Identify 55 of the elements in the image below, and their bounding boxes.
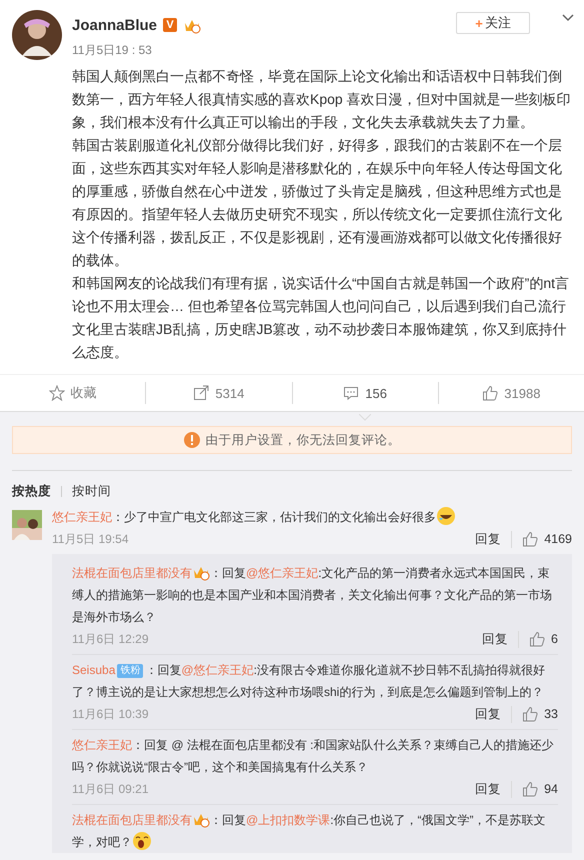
comment-time: 11月6日 12:29	[72, 630, 150, 648]
notice-text: 由于用户设置，你无法回复评论。	[206, 432, 400, 448]
thumbs-up-icon[interactable]	[522, 706, 538, 722]
thumbs-up-icon[interactable]	[529, 631, 546, 647]
post-paragraph: 韩国人颠倒黑白一点都不奇怪，毕竟在国际上论文化输出和话语权中日韩我们倒数第一，西方年轻人很真情实感的喜欢Kpop 喜欢日漫，但对中国就是一些刻板印象，我们根本没有什么真正可以输出的手段，文化失去承载就失去了力量。	[72, 67, 572, 132]
action-tab[interactable]: 31988	[438, 382, 584, 404]
username-link[interactable]: Seisuba	[72, 663, 116, 677]
reply-button[interactable]: 回复	[465, 780, 512, 798]
reply-button[interactable]: 回复	[465, 530, 512, 548]
post-paragraph: 和韩国网友的论战我们有理有据，说实话什么“中国自古就是韩国一个政府”的nt言论也不用太理会… 但也希望各位骂完韩国人也问问自己，以后遇到我们自己流行文化里古装瞎JB乱搞，历史瞎JB篡改，动不动抄袭日本服饰建筑，你又到底持什么态度。	[72, 274, 570, 362]
action-tab[interactable]: 5314	[146, 382, 292, 404]
like-count: 33	[544, 707, 558, 721]
thumbs-up-icon[interactable]	[522, 531, 538, 547]
fan-badge: 铁粉	[117, 664, 144, 678]
comment-text: 法棍在面包店里都没有 ：回复@悠仁亲王妃:文化产品的第一消费者永远式本国国民，束缚人的措施第一影响的也是本国产业和本国消费者，关文化输出何事？文化产品的第一市场是海外市场么？	[72, 562, 558, 628]
reply-button[interactable]: 回复	[465, 706, 512, 722]
reply-button[interactable]: 回复	[472, 630, 520, 648]
comment-text: 悠仁亲王妃：少了中宣广电文化部这三家，估计我们的文化输出会好很多	[52, 506, 572, 528]
comment-time: 11月6日 09:21	[72, 780, 150, 798]
mention-link[interactable]: @悠仁亲王妃	[246, 566, 318, 580]
mention-link[interactable]: @悠仁亲王妃	[181, 663, 254, 677]
mention-link[interactable]: @上扣扣数学课	[246, 813, 330, 827]
thumbs-up-icon	[482, 385, 498, 401]
like-count: 4169	[544, 532, 572, 546]
comment-text: Seisuba 铁粉 ：回复@悠仁亲王妃:没有限古令难道你服化道就不抄日韩不乱搞拍得就很好了？博主说的是让大家想想怎么对待这种市场喂shi的行为，到底是怎么偏题到管制上的？	[72, 662, 546, 701]
username-link[interactable]: 法棍在面包店里都没有	[72, 566, 192, 580]
user-avatar	[12, 510, 42, 540]
yawning-emoji-icon	[132, 831, 152, 851]
comment-time: 11月5日 19:54	[52, 530, 130, 548]
action-tab[interactable]: 收藏	[0, 382, 146, 404]
like-count: 6	[551, 632, 558, 646]
sort-tab[interactable]: 按热度	[12, 483, 51, 500]
username-link[interactable]: JoannaBlue	[72, 16, 158, 34]
comment-text: 法棍在面包店里都没有 ：回复@上扣扣数学课:你自己也说了，“俄国文学”，不是苏联文学，对吧？	[72, 809, 558, 853]
like-count: 94	[544, 782, 558, 796]
comment-time: 11月6日 10:39	[72, 706, 150, 722]
action-tab[interactable]: 156	[292, 382, 439, 404]
username-link[interactable]: 法棍在面包店里都没有	[72, 813, 192, 827]
post-paragraph: 韩国古装剧服道化礼仪部分做得比我们好，好得多，跟我们的古装剧不在一个层面，这些东西其实对年轻人影响是潜移默化的，在娱乐中向年轻人传达母国文化的厚重感，骄傲自然在心中迸发，骄傲过了头肯定是脑残，但这种思维方式也是有原因的。指望年轻人去做历史研究不现实，所以传统文化一定要抓住流行文化这个传播利器，拨乱反正，不仅是影视剧，还有漫画游戏都可以做文化传播很好的载体。	[72, 136, 563, 270]
thumbs-up-icon[interactable]	[522, 781, 538, 797]
tab-pointer-icon	[359, 414, 372, 421]
user-avatar	[12, 10, 62, 60]
verified-badge: V	[163, 18, 178, 32]
post-time: 11月5日19 : 53	[72, 42, 153, 59]
username-link[interactable]: 悠仁亲王妃	[52, 510, 112, 524]
warning-icon	[184, 432, 200, 448]
star-icon	[48, 385, 65, 401]
laughing-emoji-icon	[436, 506, 456, 526]
share-icon	[193, 385, 210, 401]
comment-icon	[343, 385, 360, 401]
sort-tab[interactable]: 按时间	[72, 483, 111, 500]
comment-text: 悠仁亲王妃：回复 @ 法棍在面包店里都没有 :和国家站队什么关系？束缚自己人的措施还少吗？你就说说“限古令”吧，这个和美国搞鬼有什么关系？	[72, 737, 555, 776]
username-link[interactable]: 悠仁亲王妃	[72, 738, 132, 752]
chevron-down-icon[interactable]	[562, 14, 574, 22]
follow-button[interactable]: +关注	[456, 12, 530, 34]
